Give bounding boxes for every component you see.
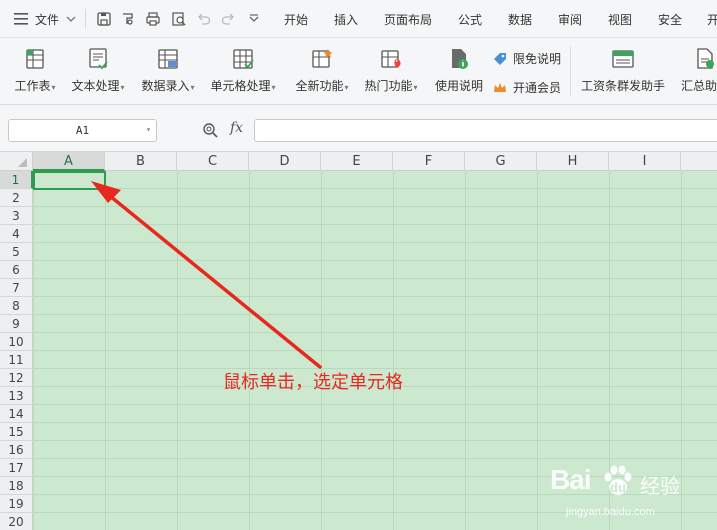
watermark-url: jingyan.baidu.com [566, 506, 655, 518]
spreadsheet-window: 文件 开始 插入 页面布局 公式 数据 审阅 视图 安全 开 工作表▾ 文本处理… [0, 0, 717, 530]
watermark-brand: Bai [550, 464, 592, 495]
baidu-jingyan-watermark: Bai du 经验 jingyan.baidu.com [548, 462, 713, 524]
svg-text:du: du [610, 480, 626, 495]
annotation-text: 鼠标单击，选定单元格 [223, 372, 403, 393]
annotation-arrow [91, 181, 322, 369]
watermark-jingyan: 经验 [640, 474, 680, 498]
paw-icon: du [604, 465, 632, 495]
